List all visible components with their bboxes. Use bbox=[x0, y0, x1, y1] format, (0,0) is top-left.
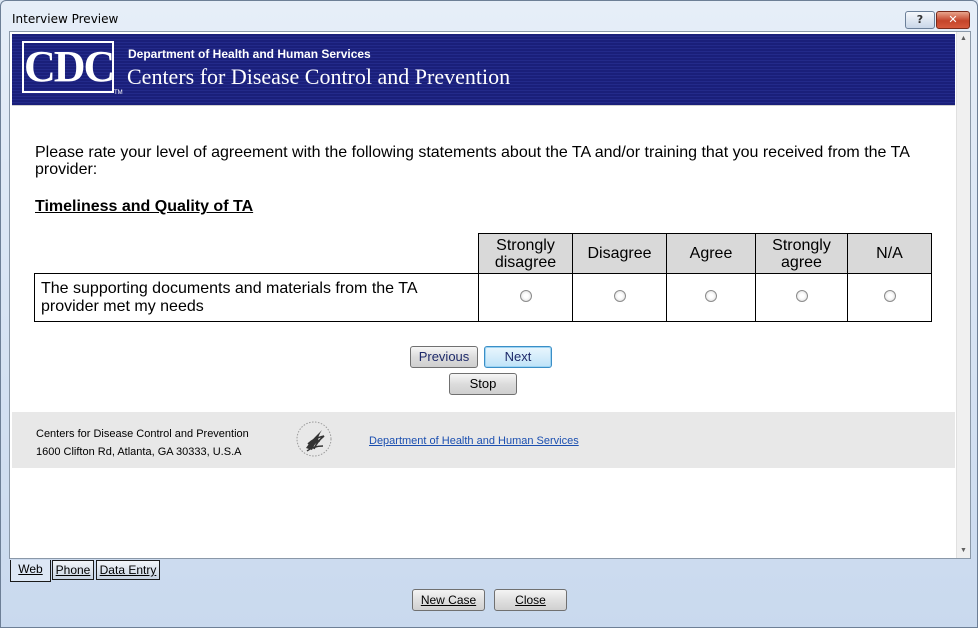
radio-strongly-disagree[interactable] bbox=[519, 289, 532, 302]
radio-cell bbox=[666, 273, 756, 322]
preview-content: CDC TM Department of Health and Human Se… bbox=[9, 31, 971, 559]
table-row: The supporting documents and materials f… bbox=[34, 273, 932, 322]
radio-strongly-agree[interactable] bbox=[795, 289, 808, 302]
question-text: Please rate your level of agreement with… bbox=[35, 144, 909, 178]
title-bar: Interview Preview ? ✕ bbox=[1, 1, 977, 31]
cdc-banner: CDC TM Department of Health and Human Se… bbox=[12, 34, 955, 106]
column-strongly-disagree: Strongly disagree bbox=[478, 233, 573, 274]
radio-cell bbox=[572, 273, 667, 322]
footer-address-block: Centers for Disease Control and Preventi… bbox=[36, 425, 249, 461]
tab-phone[interactable]: Phone bbox=[52, 560, 94, 580]
cdc-logo: CDC bbox=[22, 41, 115, 93]
hhs-link[interactable]: Department of Health and Human Services bbox=[369, 435, 579, 447]
window-close-button[interactable]: ✕ bbox=[936, 11, 970, 29]
tab-data-entry[interactable]: Data Entry bbox=[96, 560, 160, 580]
hhs-eagle-icon bbox=[296, 421, 332, 457]
previous-button[interactable]: Previous bbox=[410, 346, 478, 368]
interview-preview-window: Interview Preview ? ✕ CDC TM Department … bbox=[0, 0, 978, 628]
footer-org-name: Centers for Disease Control and Preventi… bbox=[36, 428, 249, 440]
section-title: Timeliness and Quality of TA bbox=[35, 198, 254, 215]
radio-cell bbox=[847, 273, 932, 322]
radio-cell bbox=[478, 273, 573, 322]
cdc-trademark: TM bbox=[114, 90, 123, 96]
tab-web-label: Web bbox=[18, 562, 43, 576]
grid-corner bbox=[34, 233, 479, 274]
scroll-down-icon[interactable]: ▼ bbox=[957, 544, 970, 558]
tab-web[interactable]: Web bbox=[10, 560, 51, 582]
help-button[interactable]: ? bbox=[905, 11, 935, 29]
window-title: Interview Preview bbox=[12, 12, 119, 26]
new-case-label: New Case bbox=[420, 593, 477, 607]
grid-header-row: Strongly disagree Disagree Agree Strongl… bbox=[34, 233, 932, 274]
statement-text: The supporting documents and materials f… bbox=[34, 273, 479, 322]
close-button[interactable]: Close bbox=[494, 589, 567, 611]
footer-address: 1600 Clifton Rd, Atlanta, GA 30333, U.S.… bbox=[36, 446, 242, 458]
tab-data-entry-label: Data Entry bbox=[99, 563, 157, 577]
close-label: Close bbox=[515, 593, 546, 607]
vertical-scrollbar[interactable]: ▲ ▼ bbox=[956, 32, 970, 558]
radio-disagree[interactable] bbox=[613, 289, 626, 302]
department-title: Department of Health and Human Services bbox=[128, 47, 371, 61]
scroll-up-icon[interactable]: ▲ bbox=[957, 32, 970, 46]
rating-grid: Strongly disagree Disagree Agree Strongl… bbox=[34, 233, 932, 322]
stop-button[interactable]: Stop bbox=[449, 373, 517, 395]
radio-agree[interactable] bbox=[705, 289, 717, 302]
column-disagree: Disagree bbox=[572, 233, 667, 274]
radio-cell bbox=[755, 273, 848, 322]
agency-title: Centers for Disease Control and Preventi… bbox=[127, 64, 511, 89]
column-na: N/A bbox=[847, 233, 932, 274]
new-case-button[interactable]: New Case bbox=[412, 589, 485, 611]
column-agree: Agree bbox=[666, 233, 756, 274]
column-strongly-agree: Strongly agree bbox=[755, 233, 848, 274]
radio-na[interactable] bbox=[883, 289, 896, 302]
next-button[interactable]: Next bbox=[484, 346, 552, 368]
page-footer: Centers for Disease Control and Preventi… bbox=[12, 412, 955, 468]
tab-phone-label: Phone bbox=[55, 563, 91, 577]
